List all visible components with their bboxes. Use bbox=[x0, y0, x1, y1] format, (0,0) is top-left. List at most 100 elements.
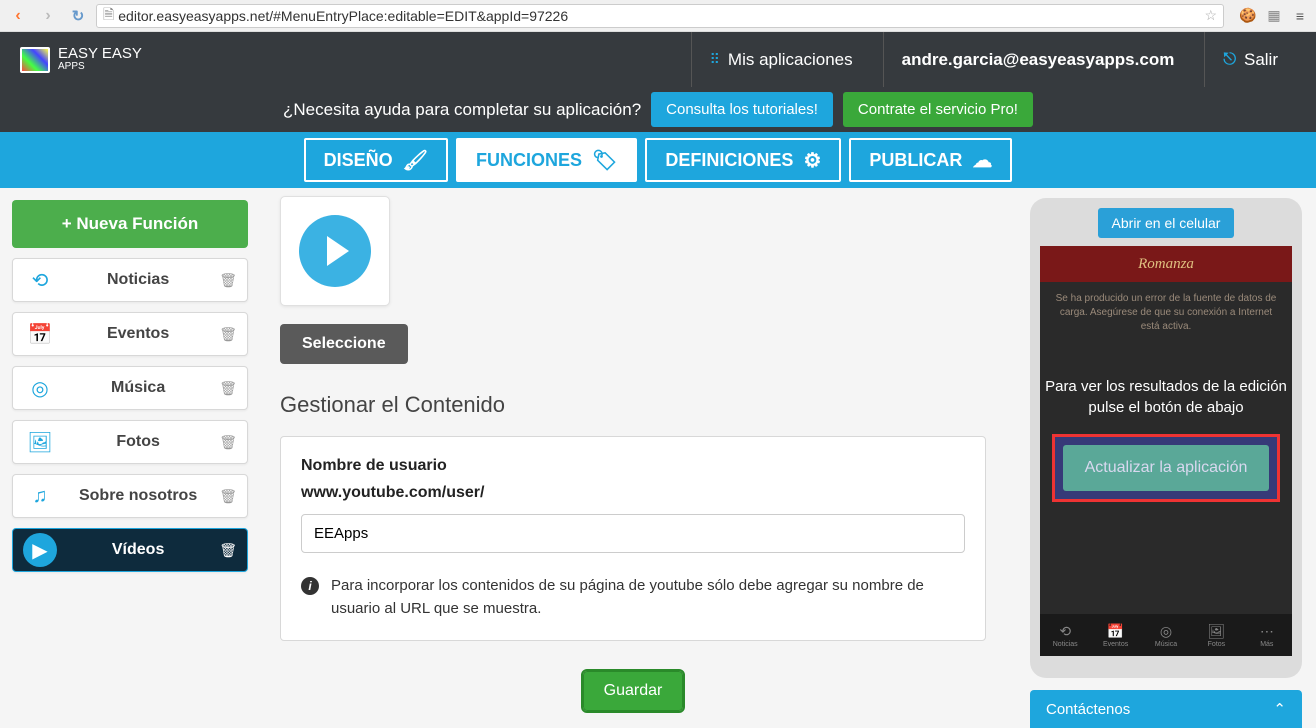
username-input[interactable] bbox=[301, 514, 965, 553]
tab-design[interactable]: DISEÑO 🖌 bbox=[304, 138, 448, 182]
logo-text: EASY EASYAPPS bbox=[58, 46, 142, 72]
calendar-icon: 📅 bbox=[23, 317, 57, 351]
logo-icon bbox=[20, 47, 50, 73]
user-email[interactable]: andre.garcia@easyeasyapps.com bbox=[883, 32, 1193, 87]
sidebar-item-label: Eventos bbox=[57, 325, 219, 343]
contact-bar[interactable]: Contáctenos ⌃ bbox=[1030, 690, 1302, 728]
app-tab-mas[interactable]: ⋯Más bbox=[1242, 614, 1292, 656]
tag-icon: 🏷 bbox=[592, 148, 617, 173]
sidebar-item-label: Noticias bbox=[57, 271, 219, 289]
logout-icon: ⎋ bbox=[1223, 51, 1236, 69]
logo[interactable]: EASY EASYAPPS bbox=[20, 46, 142, 72]
contact-label: Contáctenos bbox=[1046, 701, 1130, 718]
grid-icon: ⠿ bbox=[710, 51, 720, 68]
share-icon: ⟲ bbox=[1059, 623, 1071, 640]
logout-label: Salir bbox=[1244, 50, 1278, 70]
tab-functions-label: FUNCIONES bbox=[476, 150, 582, 171]
app-tab-fotos[interactable]: 🖼Fotos bbox=[1191, 614, 1241, 656]
cookie-icon[interactable]: 🍪 bbox=[1238, 6, 1258, 26]
overlay-message: Para ver los resultados de la edición pu… bbox=[1040, 376, 1292, 418]
trash-icon[interactable]: 🗑 bbox=[219, 542, 237, 559]
my-apps-link[interactable]: ⠿ Mis aplicaciones bbox=[691, 32, 871, 87]
calendar-icon: 📅 bbox=[1107, 623, 1124, 640]
tab-publish-label: PUBLICAR bbox=[869, 150, 962, 171]
image-icon: 🖼 bbox=[1208, 623, 1226, 640]
tab-publish[interactable]: PUBLICAR ☁ bbox=[849, 138, 1012, 182]
form-note: i Para incorporar los contenidos de su p… bbox=[301, 575, 965, 620]
sidebar-item-sobre-nosotros[interactable]: ♫ Sobre nosotros 🗑 bbox=[12, 474, 248, 518]
content-form: Nombre de usuario www.youtube.com/user/ … bbox=[280, 436, 986, 641]
select-button[interactable]: Seleccione bbox=[280, 324, 408, 364]
refresh-box: Actualizar la aplicación bbox=[1052, 434, 1280, 502]
video-thumbnail[interactable] bbox=[280, 196, 390, 306]
main-content: Seleccione Gestionar el Contenido Nombre… bbox=[260, 188, 1016, 718]
new-function-button[interactable]: + Nueva Función bbox=[12, 200, 248, 248]
app-tab-eventos[interactable]: 📅Eventos bbox=[1090, 614, 1140, 656]
sidebar-item-noticias[interactable]: ⟲ Noticias 🗑 bbox=[12, 258, 248, 302]
app-tab-noticias[interactable]: ⟲Noticias bbox=[1040, 614, 1090, 656]
help-question: ¿Necesita ayuda para completar su aplica… bbox=[283, 100, 641, 120]
forward-button[interactable]: › bbox=[36, 4, 60, 28]
sidebar-item-label: Fotos bbox=[57, 433, 219, 451]
app-brand: Romanza bbox=[1040, 246, 1292, 282]
app-tabbar: ⟲Noticias 📅Eventos ◎Música 🖼Fotos ⋯Más bbox=[1040, 614, 1292, 656]
phone-frame: Abrir en el celular Romanza Se ha produc… bbox=[1030, 198, 1302, 678]
help-banner: ¿Necesita ayuda para completar su aplica… bbox=[0, 87, 1316, 132]
logout-link[interactable]: ⎋ Salir bbox=[1204, 32, 1296, 87]
app-error-text: Se ha producido un error de la fuente de… bbox=[1040, 282, 1292, 344]
phone-screen: Romanza Se ha producido un error de la f… bbox=[1040, 246, 1292, 656]
chevron-up-icon: ⌃ bbox=[1273, 700, 1286, 718]
username-label: Nombre de usuario bbox=[301, 457, 965, 475]
save-button[interactable]: Guardar bbox=[583, 671, 684, 711]
tab-definitions[interactable]: DEFINICIONES ⚙ bbox=[645, 138, 841, 182]
tab-functions[interactable]: FUNCIONES 🏷 bbox=[456, 138, 637, 182]
app-header: EASY EASYAPPS ⠿ Mis aplicaciones andre.g… bbox=[0, 32, 1316, 87]
note-text: Para incorporar los contenidos de su pág… bbox=[331, 575, 965, 620]
trash-icon[interactable]: 🗑 bbox=[219, 488, 237, 505]
share-icon: ⟲ bbox=[23, 263, 57, 297]
open-mobile-button[interactable]: Abrir en el celular bbox=[1098, 208, 1235, 238]
tab-design-label: DISEÑO bbox=[324, 150, 393, 171]
cloud-upload-icon: ☁ bbox=[972, 148, 992, 173]
sidebar-item-fotos[interactable]: 🖼 Fotos 🗑 bbox=[12, 420, 248, 464]
trash-icon[interactable]: 🗑 bbox=[219, 272, 237, 289]
url-text: editor.easyeasyapps.net/#MenuEntryPlace:… bbox=[118, 8, 568, 24]
my-apps-label: Mis aplicaciones bbox=[728, 50, 853, 70]
editor-tabs: DISEÑO 🖌 FUNCIONES 🏷 DEFINICIONES ⚙ PUBL… bbox=[0, 132, 1316, 188]
gear-icon: ⚙ bbox=[803, 148, 821, 173]
sidebar-item-eventos[interactable]: 📅 Eventos 🗑 bbox=[12, 312, 248, 356]
tutorials-button[interactable]: Consulta los tutoriales! bbox=[651, 92, 833, 127]
music-note-icon: ♫ bbox=[23, 479, 57, 513]
record-icon: ◎ bbox=[1160, 623, 1172, 640]
app-tab-musica[interactable]: ◎Música bbox=[1141, 614, 1191, 656]
pro-button[interactable]: Contrate el servicio Pro! bbox=[843, 92, 1033, 127]
sidebar: + Nueva Función ⟲ Noticias 🗑 📅 Eventos 🗑… bbox=[0, 188, 260, 718]
info-icon: i bbox=[301, 577, 319, 595]
play-circle-icon bbox=[299, 215, 371, 287]
more-icon: ⋯ bbox=[1260, 623, 1274, 640]
page-icon: 🗎 bbox=[103, 4, 114, 28]
preview-panel: Abrir en el celular Romanza Se ha produc… bbox=[1016, 188, 1316, 718]
bookmark-star-icon[interactable]: ☆ bbox=[1204, 7, 1217, 24]
reload-button[interactable]: ↻ bbox=[66, 4, 90, 28]
tab-definitions-label: DEFINICIONES bbox=[665, 150, 793, 171]
brush-icon: 🖌 bbox=[403, 148, 428, 173]
trash-icon[interactable]: 🗑 bbox=[219, 326, 237, 343]
dev-icon[interactable]: ▦ bbox=[1264, 6, 1284, 26]
sidebar-item-label: Música bbox=[57, 379, 219, 397]
url-bar[interactable]: 🗎 editor.easyeasyapps.net/#MenuEntryPlac… bbox=[96, 4, 1224, 28]
play-icon: ▶ bbox=[23, 533, 57, 567]
back-button[interactable]: ‹ bbox=[6, 4, 30, 28]
sidebar-item-musica[interactable]: ◎ Música 🗑 bbox=[12, 366, 248, 410]
trash-icon[interactable]: 🗑 bbox=[219, 434, 237, 451]
section-title: Gestionar el Contenido bbox=[280, 392, 986, 418]
browser-chrome: ‹ › ↻ 🗎 editor.easyeasyapps.net/#MenuEnt… bbox=[0, 0, 1316, 32]
trash-icon[interactable]: 🗑 bbox=[219, 380, 237, 397]
menu-icon[interactable]: ≡ bbox=[1290, 6, 1310, 26]
sidebar-item-videos[interactable]: ▶ Vídeos 🗑 bbox=[12, 528, 248, 572]
url-prefix: www.youtube.com/user/ bbox=[301, 484, 965, 502]
refresh-app-button[interactable]: Actualizar la aplicación bbox=[1063, 445, 1269, 491]
record-icon: ◎ bbox=[23, 371, 57, 405]
image-icon: 🖼 bbox=[23, 425, 57, 459]
extension-icons: 🍪 ▦ ≡ bbox=[1230, 6, 1310, 26]
